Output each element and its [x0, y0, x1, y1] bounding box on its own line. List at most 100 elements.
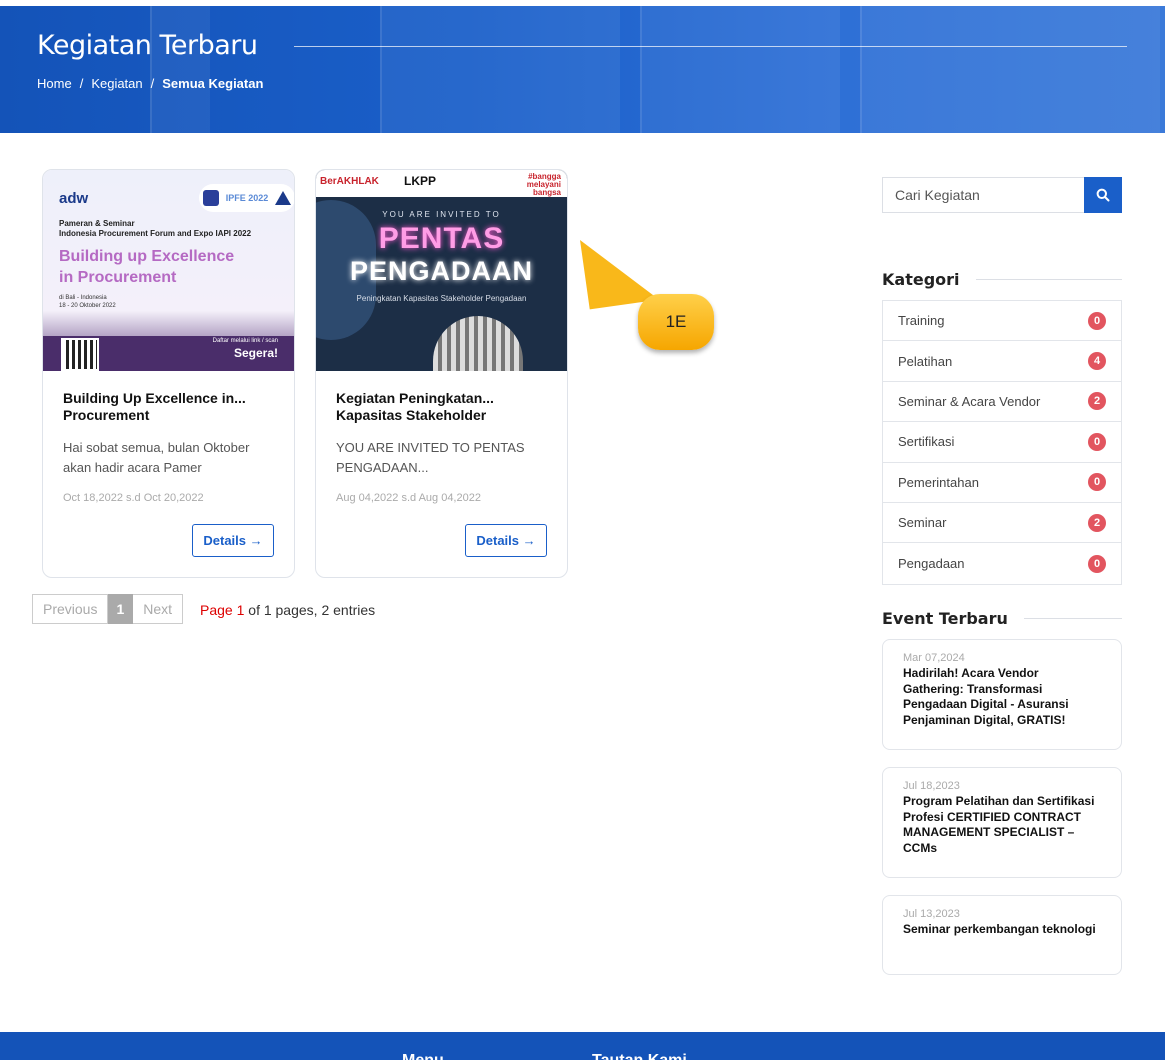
thumb-dates-line: 18 - 20 Oktober 2022 — [59, 303, 116, 309]
category-item-pengadaan[interactable]: Pengadaan 0 — [883, 543, 1121, 583]
category-item-pelatihan[interactable]: Pelatihan 4 — [883, 341, 1121, 382]
details-button[interactable]: Details → — [192, 524, 274, 557]
event-thumbnail[interactable]: BerAKHLAK LKPP #bangga melayani bangsa Y… — [316, 170, 567, 371]
category-label: Training — [898, 313, 945, 329]
thumb-headline: Building up Excellence in Procurement — [59, 246, 234, 288]
recent-event-date: Jul 13,2023 — [903, 908, 960, 920]
sponsor-logos: IPFE 2022 — [199, 184, 294, 212]
breadcrumb-separator: / — [150, 76, 155, 91]
heading-divider — [975, 279, 1122, 280]
hero-window-pane — [860, 6, 1160, 133]
category-list: Training 0 Pelatihan 4 Seminar & Acara V… — [882, 300, 1122, 585]
title-divider — [294, 46, 1127, 47]
next-page-button[interactable]: Next — [133, 594, 184, 624]
event-terbaru-heading: Event Terbaru — [882, 609, 1122, 628]
thumb-tagline: Peningkatan Kapasitas Stakeholder Pengad… — [356, 294, 527, 303]
callout-label: 1E — [638, 294, 714, 350]
recent-event-date: Mar 07,2024 — [903, 652, 965, 664]
recent-event-card[interactable]: Jul 13,2023 Seminar perkembangan teknolo… — [882, 895, 1122, 975]
event-card-date: Aug 04,2022 s.d Aug 04,2022 — [336, 492, 481, 504]
pagination-info: Page 1 of 1 pages, 2 entries — [200, 602, 375, 618]
search-icon — [1096, 188, 1110, 202]
breadcrumb-home[interactable]: Home — [37, 76, 72, 91]
thumb-cta-small: Daftar melalui link / scan — [212, 338, 278, 344]
category-label: Pemerintahan — [898, 474, 979, 490]
page-number-button[interactable]: 1 — [108, 594, 134, 624]
search-input[interactable] — [882, 177, 1084, 213]
event-card-title[interactable]: Kegiatan Peningkatan... Kapasitas Stakeh… — [336, 390, 551, 424]
event-thumbnail[interactable]: adw IPFE 2022 Pameran & Seminar Indonesi… — [43, 170, 294, 371]
category-count-badge: 0 — [1088, 311, 1106, 330]
event-card: BerAKHLAK LKPP #bangga melayani bangsa Y… — [315, 169, 568, 578]
heading-divider — [1023, 618, 1122, 619]
category-count-badge: 4 — [1088, 352, 1106, 371]
category-count-badge: 0 — [1088, 473, 1106, 492]
category-item-seminar[interactable]: Seminar 2 — [883, 503, 1121, 544]
callout-annotation: 1E — [580, 230, 720, 355]
search-button[interactable] — [1084, 177, 1122, 213]
hashtag-logo: #bangga melayani bangsa — [527, 173, 561, 197]
thumb-pengadaan-text: PENGADAAN — [349, 256, 533, 286]
event-card-date: Oct 18,2022 s.d Oct 20,2022 — [63, 492, 204, 504]
thumb-invite-text: YOU ARE INVITED TO — [382, 210, 501, 219]
sponsor-logo-icon — [202, 190, 219, 206]
kategori-title: Kategori — [882, 270, 960, 289]
triangle-logo-icon — [275, 191, 292, 205]
category-item-sertifikasi[interactable]: Sertifikasi 0 — [883, 422, 1121, 463]
page-info-prefix: Page — [200, 602, 233, 618]
category-count-badge: 2 — [1088, 392, 1106, 411]
pagination: Previous 1 Next — [32, 594, 184, 624]
thumb-location-line: di Bali - Indonesia — [59, 295, 107, 301]
recent-event-title[interactable]: Program Pelatihan dan Sertifikasi Profes… — [903, 794, 1101, 856]
qr-code-icon — [61, 338, 99, 371]
event-card-description: Hai sobat semua, bulan Oktober akan hadi… — [63, 440, 250, 475]
details-button[interactable]: Details → — [465, 524, 547, 557]
thumb-cta-big: Segera! — [233, 346, 278, 360]
microphone-icon — [433, 316, 523, 371]
search-box — [882, 177, 1122, 213]
recent-event-title[interactable]: Hadirilah! Acara Vendor Gathering: Trans… — [903, 666, 1101, 728]
hero-window-pane — [150, 6, 210, 133]
breadcrumb-kegiatan[interactable]: Kegiatan — [91, 76, 142, 91]
recent-event-title[interactable]: Seminar perkembangan teknologi — [903, 922, 1101, 938]
footer-links-title: Tautan Kami — [592, 1052, 687, 1060]
previous-page-button[interactable]: Previous — [32, 594, 109, 624]
thumb-location: di Bali - Indonesia 18 - 20 Oktober 2022 — [59, 294, 116, 310]
berakhlak-logo: BerAKHLAK — [320, 176, 379, 187]
page-title: Kegiatan Terbaru — [37, 30, 258, 61]
thumb-pentas-text: PENTAS — [378, 222, 505, 255]
thumb-subtitle: Pameran & Seminar Indonesia Procurement … — [59, 219, 251, 239]
thumb-subtitle-line: Indonesia Procurement Forum and Expo IAP… — [59, 229, 252, 238]
thumb-headline-line: Building up Excellence — [59, 248, 235, 265]
event-card-title[interactable]: Building Up Excellence in... Procurement — [63, 390, 278, 424]
breadcrumb: Home / Kegiatan / Semua Kegiatan — [37, 76, 263, 91]
category-label: Sertifikasi — [898, 434, 955, 450]
thumb-subtitle-line: Pameran & Seminar — [59, 219, 135, 228]
category-item-seminar-acara-vendor[interactable]: Seminar & Acara Vendor 2 — [883, 382, 1121, 423]
category-label: Seminar — [898, 515, 947, 531]
event-card-description: YOU ARE INVITED TO PENTAS PENGADAAN... — [336, 440, 525, 475]
recent-event-card[interactable]: Mar 07,2024 Hadirilah! Acara Vendor Gath… — [882, 639, 1122, 750]
category-count-badge: 2 — [1088, 513, 1106, 532]
category-label: Seminar & Acara Vendor — [898, 393, 1041, 409]
category-item-training[interactable]: Training 0 — [883, 301, 1121, 342]
kategori-heading: Kategori — [882, 270, 1122, 289]
breadcrumb-separator: / — [79, 76, 84, 91]
category-count-badge: 0 — [1088, 554, 1106, 573]
recent-event-card[interactable]: Jul 18,2023 Program Pelatihan dan Sertif… — [882, 767, 1122, 878]
brand-logo: adw — [59, 190, 89, 207]
hashtag-line: bangsa — [532, 188, 561, 197]
hero-window-pane — [380, 6, 620, 133]
recent-event-date: Jul 18,2023 — [903, 780, 960, 792]
category-label: Pengadaan — [898, 556, 965, 572]
site-footer: Menu Tautan Kami — [0, 1032, 1165, 1060]
footer-menu-title: Menu — [402, 1052, 444, 1060]
page-hero: Kegiatan Terbaru Home / Kegiatan / Semua… — [0, 6, 1165, 133]
lkpp-logo: LKPP — [404, 174, 437, 188]
ipfe-logo: IPFE 2022 — [225, 193, 269, 203]
event-terbaru-title: Event Terbaru — [882, 609, 1008, 628]
category-item-pemerintahan[interactable]: Pemerintahan 0 — [883, 463, 1121, 503]
category-count-badge: 0 — [1088, 432, 1106, 451]
page-info-number: 1 — [236, 602, 245, 618]
thumb-headline-line: in Procurement — [59, 269, 177, 286]
